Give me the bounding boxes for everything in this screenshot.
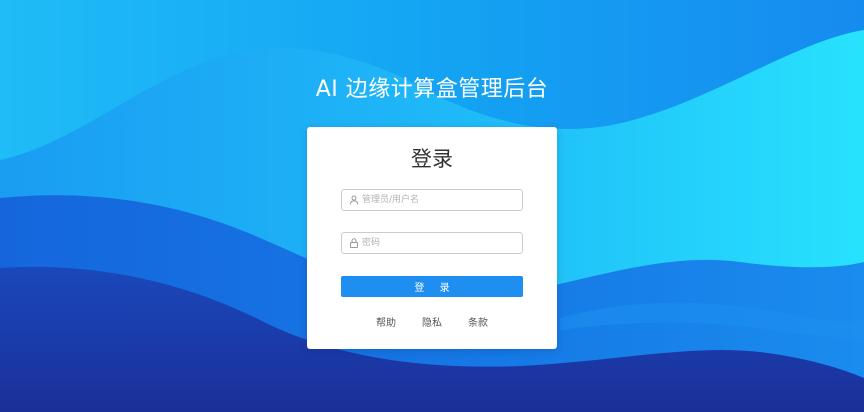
user-icon xyxy=(349,195,359,205)
lock-icon xyxy=(350,238,358,248)
help-link[interactable]: 帮助 xyxy=(366,317,406,331)
password-field[interactable] xyxy=(341,232,523,254)
login-button[interactable]: 登 录 xyxy=(341,276,523,297)
username-input[interactable] xyxy=(362,190,518,210)
username-field[interactable] xyxy=(341,189,523,211)
terms-link[interactable]: 条款 xyxy=(458,317,498,331)
privacy-link[interactable]: 隐私 xyxy=(412,317,452,331)
app-title: AI 边缘计算盒管理后台 xyxy=(315,77,549,102)
password-input[interactable] xyxy=(362,233,518,253)
login-page: AI 边缘计算盒管理后台 登录 登 录 帮助 隐私 条款 xyxy=(0,0,864,412)
login-heading: 登录 xyxy=(411,147,453,171)
